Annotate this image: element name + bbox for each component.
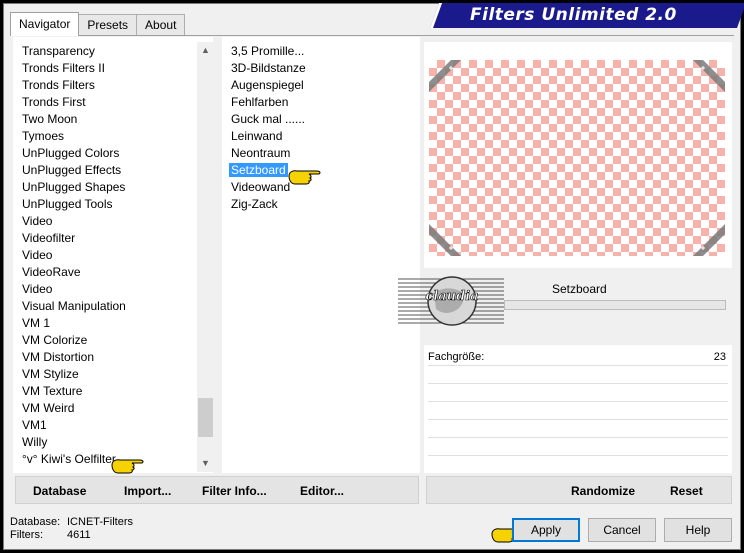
filter-item-label: Neontraum (231, 146, 291, 160)
filter-item[interactable]: Fehlfarben (222, 94, 420, 111)
preview-panel (424, 42, 732, 268)
randomize-button[interactable]: Randomize (571, 484, 635, 498)
left-button-bar: Database Import... Filter Info... Editor… (15, 476, 419, 504)
database-button[interactable]: Database (33, 484, 86, 498)
category-item[interactable]: Tronds First (13, 94, 213, 111)
cancel-button[interactable]: Cancel (588, 518, 656, 542)
filter-list-panel: 3,5 Promille... 3D-Bildstanze Augenspiegel… (222, 37, 420, 473)
category-item[interactable]: Video (13, 213, 213, 230)
category-list: Transparency Tronds Filters II Tronds Filt… (13, 43, 213, 468)
logo-text: claudia (425, 289, 478, 304)
category-item[interactable]: VM Texture (13, 383, 213, 400)
claudia-watermark-logo: claudia (398, 276, 504, 326)
parameter-row-empty (428, 385, 728, 402)
category-item[interactable]: VM Distortion (13, 349, 213, 366)
filter-info-button[interactable]: Filter Info... (202, 484, 267, 498)
filter-item[interactable]: Neontraum (222, 145, 420, 162)
category-item[interactable]: Willy (13, 434, 213, 451)
category-item[interactable]: VideoRave (13, 264, 213, 281)
category-item[interactable]: Two Moon (13, 111, 213, 128)
scroll-up-arrow-icon[interactable]: ▲ (197, 42, 214, 59)
corner-shadow (429, 60, 461, 92)
reset-button[interactable]: Reset (670, 484, 703, 498)
category-item[interactable]: Video (13, 281, 213, 298)
filters-count-value: 4611 (67, 529, 91, 541)
parameter-row-empty (428, 367, 728, 384)
filters-count-label: Filters: (10, 529, 43, 541)
window-title: Filters Unlimited 2.0 (470, 5, 677, 25)
filter-item-label: 3,5 Promille... (231, 44, 305, 58)
filter-list: 3,5 Promille... 3D-Bildstanze Augenspiegel… (222, 43, 420, 213)
apply-button[interactable]: Apply (512, 518, 580, 542)
tab-bar: Navigator Presets About (10, 12, 186, 36)
category-item[interactable]: Video (13, 247, 213, 264)
filter-item-label: Setzboard (229, 163, 288, 177)
category-item[interactable]: Visual Manipulation (13, 298, 213, 315)
progress-bar (504, 300, 726, 310)
filter-item[interactable]: Zig-Zack (222, 196, 420, 213)
filter-item-label: Guck mal ...... (231, 112, 306, 126)
filter-item-label: Videowand (231, 180, 291, 194)
filter-item[interactable]: 3D-Bildstanze (222, 60, 420, 77)
parameter-label: Fachgröße: (428, 351, 485, 363)
tab-navigator[interactable]: Navigator (10, 12, 80, 36)
right-button-bar: Randomize Reset (426, 476, 732, 504)
preview-image (429, 60, 725, 256)
category-item[interactable]: Videofilter (13, 230, 213, 247)
parameter-area: Fachgröße: 23 (424, 345, 732, 473)
category-scrollbar[interactable]: ▲ ▼ (197, 42, 214, 472)
help-button[interactable]: Help (664, 518, 732, 542)
corner-shadow (693, 224, 725, 256)
category-item[interactable]: VM Colorize (13, 332, 213, 349)
tab-about[interactable]: About (136, 14, 186, 36)
database-label: Database: (10, 516, 61, 528)
parameter-value: 23 (713, 351, 726, 363)
corner-shadow (693, 60, 725, 92)
category-list-panel: Transparency Tronds Filters II Tronds Filt… (13, 37, 214, 473)
parameter-row-empty (428, 439, 728, 456)
category-item[interactable]: UnPlugged Tools (13, 196, 213, 213)
filter-item-label: Leinwand (231, 129, 283, 143)
category-item[interactable]: VM Stylize (13, 366, 213, 383)
filter-item[interactable]: Leinwand (222, 128, 420, 145)
filter-item[interactable]: Augenspiegel (222, 77, 420, 94)
pointing-hand-icon (288, 170, 321, 185)
current-filter-name: Setzboard (552, 282, 607, 296)
category-item[interactable]: UnPlugged Shapes (13, 179, 213, 196)
filter-item-label: Fehlfarben (231, 95, 289, 109)
database-value: ICNET-Filters (67, 516, 133, 528)
filter-item-label: Augenspiegel (231, 78, 304, 92)
parameter-row-empty (428, 403, 728, 420)
database-info: Database: ICNET-Filters Filters: 4611 (10, 516, 133, 542)
filter-item[interactable]: Guck mal ...... (222, 111, 420, 128)
corner-shadow (429, 224, 461, 256)
tab-presets[interactable]: Presets (78, 14, 138, 36)
pointing-hand-icon (111, 459, 144, 474)
filter-item[interactable]: 3,5 Promille... (222, 43, 420, 60)
category-item[interactable]: VM1 (13, 417, 213, 434)
parameter-row[interactable]: Fachgröße: 23 (428, 349, 728, 366)
parameter-row-empty (428, 421, 728, 438)
category-item[interactable]: Tronds Filters (13, 77, 213, 94)
category-item[interactable]: Tronds Filters II (13, 60, 213, 77)
category-item[interactable]: UnPlugged Effects (13, 162, 213, 179)
category-item[interactable]: Tymoes (13, 128, 213, 145)
category-item[interactable]: VM 1 (13, 315, 213, 332)
category-item[interactable]: UnPlugged Colors (13, 145, 213, 162)
filter-item-label: 3D-Bildstanze (231, 61, 306, 75)
scrollbar-thumb[interactable] (198, 398, 213, 437)
category-item[interactable]: VM Weird (13, 400, 213, 417)
tab-frame-line (10, 35, 734, 36)
editor-button[interactable]: Editor... (300, 484, 344, 498)
filter-item-label: Zig-Zack (231, 197, 278, 211)
import-button[interactable]: Import... (124, 484, 171, 498)
category-item[interactable]: Transparency (13, 43, 213, 60)
scroll-down-arrow-icon[interactable]: ▼ (197, 455, 214, 472)
